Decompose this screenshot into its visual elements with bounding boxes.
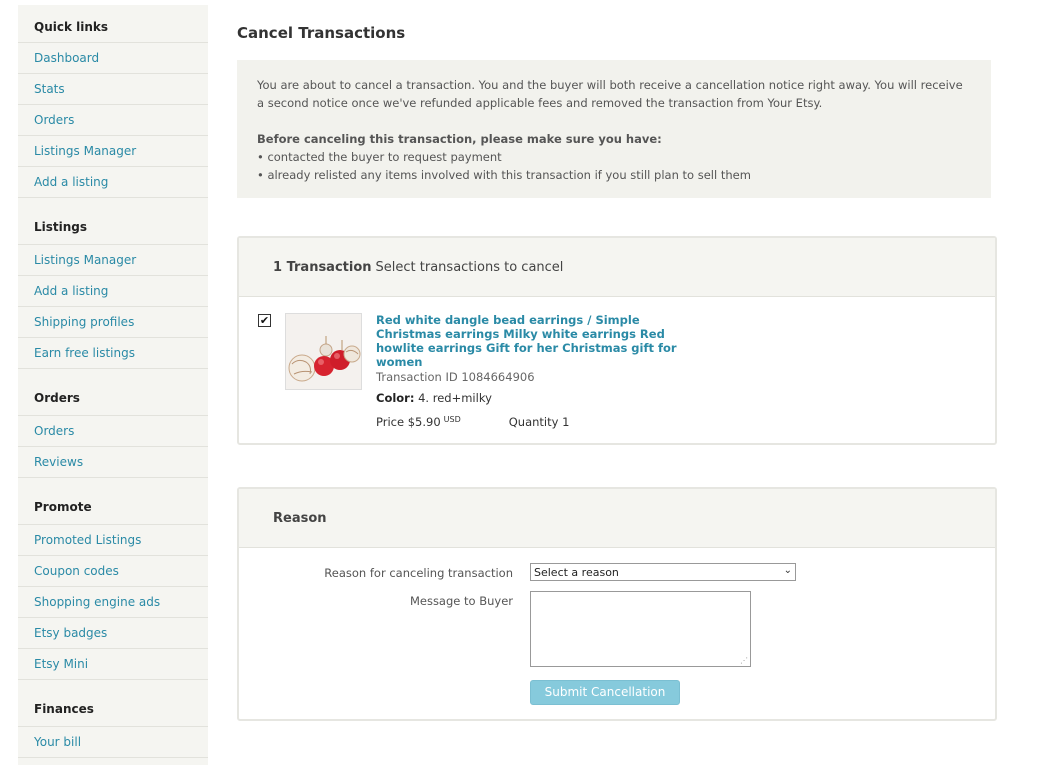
sidebar-item-dashboard[interactable]: Dashboard	[18, 43, 208, 74]
sidebar-item-etsy-badges[interactable]: Etsy badges	[18, 618, 208, 649]
sidebar-item-shipping-profiles[interactable]: Shipping profiles	[18, 307, 208, 338]
sidebar-item-earn-free-listings[interactable]: Earn free listings	[18, 338, 208, 369]
transactions-panel-header: 1 Transaction Select transactions to can…	[239, 238, 995, 297]
notice-bullet-relist-items: • already relisted any items involved wi…	[257, 168, 751, 182]
transaction-count: 1 Transaction	[273, 259, 372, 275]
notice-bullet-contact-buyer: • contacted the buyer to request payment	[257, 150, 502, 164]
cancel-notice-box: You are about to cancel a transaction. Y…	[237, 60, 991, 198]
sidebar-item-coupon-codes[interactable]: Coupon codes	[18, 556, 208, 587]
transactions-panel: 1 Transaction Select transactions to can…	[237, 236, 997, 445]
sidebar: Quick links Dashboard Stats Orders Listi…	[18, 5, 208, 765]
price-quantity-row: Price $5.90 USD Quantity 1	[376, 415, 696, 429]
sidebar-item-reviews[interactable]: Reviews	[18, 447, 208, 478]
reason-panel: Reason Reason for canceling transaction …	[237, 487, 997, 721]
color-label: Color:	[376, 391, 415, 405]
main-content: Cancel Transactions You are about to can…	[237, 0, 997, 756]
sidebar-section-title-quick-links: Quick links	[18, 5, 208, 43]
price-currency: USD	[443, 415, 461, 424]
sidebar-item-add-listing[interactable]: Add a listing	[18, 167, 208, 198]
item-price: Price $5.90	[376, 415, 441, 429]
sidebar-section-title-orders: Orders	[18, 369, 208, 416]
sidebar-item-listings-manager[interactable]: Listings Manager	[18, 136, 208, 167]
sidebar-section-title-finances: Finances	[18, 680, 208, 727]
sidebar-item-promoted-listings[interactable]: Promoted Listings	[18, 525, 208, 556]
reason-label: Reason for canceling transaction	[324, 566, 513, 580]
reason-select-value: Select a reason	[534, 566, 619, 579]
message-label: Message to Buyer	[409, 594, 513, 608]
sidebar-section-title-listings: Listings	[18, 198, 208, 245]
sidebar-item-your-bill[interactable]: Your bill	[18, 727, 208, 758]
earrings-image	[286, 314, 361, 389]
sidebar-item-listings-manager[interactable]: Listings Manager	[18, 245, 208, 276]
transaction-item-info: Red white dangle bead earrings / Simple …	[376, 313, 696, 429]
sidebar-section-title-promote: Promote	[18, 478, 208, 525]
sidebar-item-add-listing[interactable]: Add a listing	[18, 276, 208, 307]
chevron-down-icon: ⌄	[783, 565, 792, 576]
page-title: Cancel Transactions	[237, 24, 406, 42]
sidebar-item-etsy-mini[interactable]: Etsy Mini	[18, 649, 208, 680]
message-to-buyer-textarea[interactable]: ⋰	[530, 591, 751, 667]
notice-paragraph: You are about to cancel a transaction. Y…	[257, 78, 963, 110]
listing-thumbnail[interactable]	[285, 313, 362, 390]
item-quantity: Quantity 1	[508, 415, 570, 429]
reason-select[interactable]: Select a reason ⌄	[530, 563, 796, 581]
submit-cancellation-button[interactable]: Submit Cancellation	[530, 680, 680, 705]
listing-title-link[interactable]: Red white dangle bead earrings / Simple …	[376, 313, 696, 369]
notice-heading: Before canceling this transaction, pleas…	[257, 132, 662, 146]
item-variation: Color: 4. red+milky	[376, 391, 696, 405]
transaction-id: Transaction ID 1084664906	[376, 370, 535, 384]
transaction-checkbox[interactable]: ✔	[258, 314, 271, 327]
sidebar-item-shopping-engine-ads[interactable]: Shopping engine ads	[18, 587, 208, 618]
sidebar-item-orders[interactable]: Orders	[18, 416, 208, 447]
sidebar-item-stats[interactable]: Stats	[18, 74, 208, 105]
sidebar-item-orders[interactable]: Orders	[18, 105, 208, 136]
transactions-instruction: Select transactions to cancel	[375, 259, 564, 275]
resize-grip-icon[interactable]: ⋰	[740, 656, 748, 665]
reason-panel-header: Reason	[239, 489, 995, 548]
color-value: 4. red+milky	[418, 391, 492, 405]
